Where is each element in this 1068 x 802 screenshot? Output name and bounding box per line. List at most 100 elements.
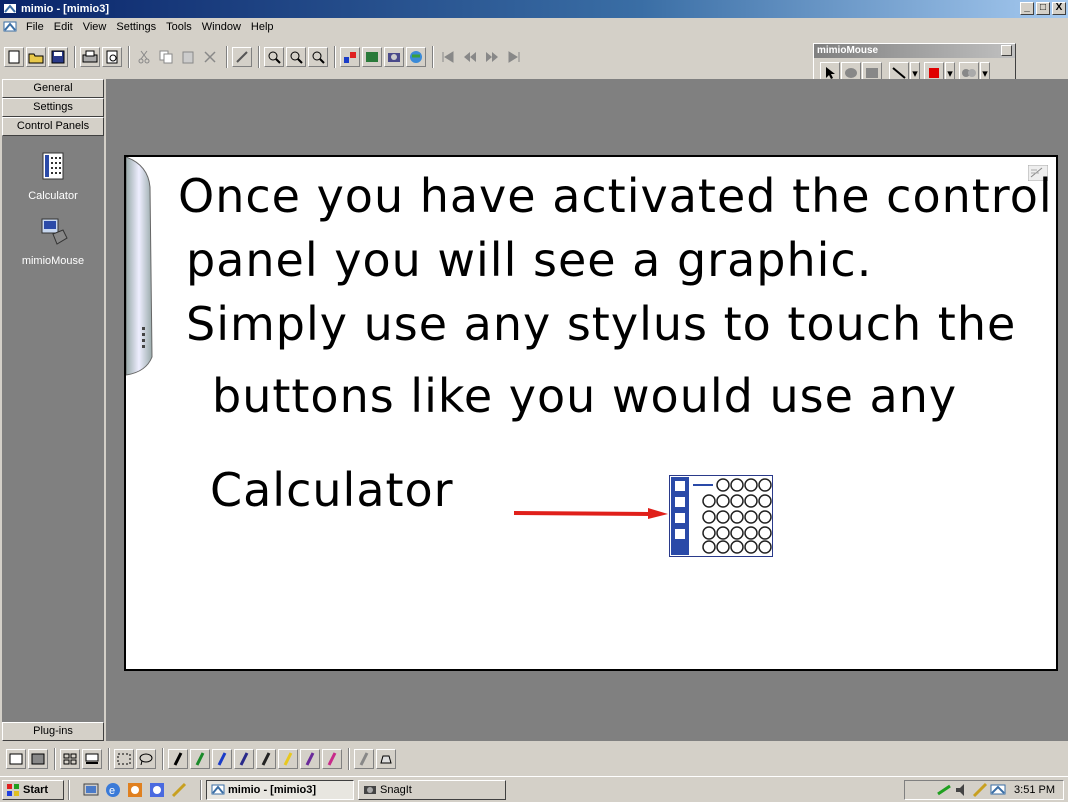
drawing-toolbar xyxy=(0,742,1068,776)
windows-logo-icon xyxy=(7,783,19,796)
pen-purple-icon[interactable] xyxy=(300,749,320,769)
print-icon[interactable] xyxy=(80,47,100,67)
start-button[interactable]: Start xyxy=(2,779,64,800)
title-bar: mimio - [mimio3] _ □ X xyxy=(0,0,1068,18)
grid-icon[interactable] xyxy=(60,749,80,769)
calculator-icon xyxy=(42,152,64,180)
last-page-icon[interactable] xyxy=(504,47,524,67)
taskbar-separator xyxy=(200,779,202,800)
pen-blue2-icon[interactable] xyxy=(234,749,254,769)
window-title: mimio - [mimio3] xyxy=(21,3,110,15)
save-icon[interactable] xyxy=(48,47,68,67)
pen-icon[interactable] xyxy=(232,47,252,67)
mimio-capture-bar-graphic xyxy=(126,157,153,376)
open-icon[interactable] xyxy=(26,47,46,67)
menu-bar: File Edit View Settings Tools Window Hel… xyxy=(0,2,1068,36)
main-toolbar xyxy=(0,37,810,77)
pen-blue-icon[interactable] xyxy=(212,749,232,769)
network-tray-icon[interactable] xyxy=(936,782,952,798)
doc-close-button[interactable]: X xyxy=(1052,2,1066,15)
doc-minimize-button[interactable]: _ xyxy=(1020,2,1034,15)
first-page-icon[interactable] xyxy=(438,47,458,67)
mimio-mouse-title-text: mimioMouse xyxy=(817,45,879,56)
media-icon[interactable] xyxy=(126,781,144,799)
pen-black-icon[interactable] xyxy=(168,749,188,769)
document-icon[interactable] xyxy=(3,20,17,34)
pen-green-icon[interactable] xyxy=(190,749,210,769)
red-arrow xyxy=(513,508,668,519)
paste-icon[interactable] xyxy=(178,47,198,67)
menu-view[interactable]: View xyxy=(78,21,112,33)
toolbar-separator xyxy=(432,46,434,68)
sidebar-item-label: mimioMouse xyxy=(21,255,85,267)
svg-text:e: e xyxy=(109,785,115,797)
calculator-control-panel-graphic[interactable] xyxy=(669,475,773,557)
mimio-app-icon xyxy=(4,4,16,13)
outlook-icon[interactable] xyxy=(148,781,166,799)
pen-yellow-icon[interactable] xyxy=(278,749,298,769)
menu-tools[interactable]: Tools xyxy=(161,21,197,33)
tab-plug-ins[interactable]: Plug-ins xyxy=(2,722,104,741)
pen-magenta-icon[interactable] xyxy=(322,749,342,769)
sidebar-item-calculator[interactable]: Calculator xyxy=(2,151,104,202)
tab-general[interactable]: General xyxy=(2,79,104,98)
color-icon[interactable] xyxy=(340,47,360,67)
toolbar-separator xyxy=(74,46,76,68)
handwriting-line-3: Simply use any stylus to touch the xyxy=(186,297,1017,351)
clock[interactable]: 3:51 PM xyxy=(1014,784,1055,796)
zoom-in-icon[interactable] xyxy=(264,47,284,67)
web-icon[interactable] xyxy=(406,47,426,67)
prev-page-icon[interactable] xyxy=(460,47,480,67)
system-tray: 3:51 PM xyxy=(904,780,1064,800)
delete-icon[interactable] xyxy=(200,47,220,67)
menu-help[interactable]: Help xyxy=(246,21,279,33)
pen-black2-icon[interactable] xyxy=(256,749,276,769)
print-preview-icon[interactable] xyxy=(102,47,122,67)
mimio-tray-icon[interactable] xyxy=(990,782,1006,798)
task-snagit[interactable]: SnagIt xyxy=(358,779,506,800)
lasso-icon[interactable] xyxy=(136,749,156,769)
task-label: mimio - [mimio3] xyxy=(228,783,317,796)
menu-settings[interactable]: Settings xyxy=(111,21,161,33)
toolbar-separator xyxy=(334,46,336,68)
internet-explorer-icon[interactable]: e xyxy=(104,781,122,799)
page-view-icon[interactable] xyxy=(6,749,26,769)
palette-close-button[interactable] xyxy=(1001,45,1012,56)
menu-edit[interactable]: Edit xyxy=(49,21,78,33)
toolbar-separator xyxy=(128,46,130,68)
doc-maximize-button[interactable]: □ xyxy=(1036,2,1050,15)
camera-icon[interactable] xyxy=(384,47,404,67)
next-page-icon[interactable] xyxy=(482,47,502,67)
tab-settings[interactable]: Settings xyxy=(2,98,104,117)
cut-icon[interactable] xyxy=(134,47,154,67)
volume-tray-icon[interactable] xyxy=(954,782,970,798)
tab-control-panels[interactable]: Control Panels xyxy=(2,117,104,136)
toolbar-separator xyxy=(108,748,110,770)
start-label: Start xyxy=(23,783,49,796)
image-icon[interactable] xyxy=(362,47,382,67)
task-label: SnagIt xyxy=(380,783,412,796)
new-icon[interactable] xyxy=(4,47,24,67)
menu-file[interactable]: File xyxy=(21,21,49,33)
whiteboard-page[interactable]: Once you have activated the control pane… xyxy=(124,155,1058,671)
handwriting-line-1: Once you have activated the control xyxy=(178,169,1053,223)
show-desktop-icon[interactable] xyxy=(82,781,100,799)
sidebar-item-mimiomouse[interactable]: mimioMouse xyxy=(2,216,104,267)
save-page-icon[interactable] xyxy=(28,749,48,769)
taskbar: Start e mimio - [mimio3] SnagIt 3:51 PM xyxy=(0,776,1068,802)
snagit-task-icon xyxy=(364,785,376,794)
pencil-icon[interactable] xyxy=(170,781,188,799)
zoom-fit-icon[interactable] xyxy=(308,47,328,67)
pen-tray-icon[interactable] xyxy=(972,782,988,798)
highlighter-icon[interactable] xyxy=(376,749,396,769)
zoom-out-icon[interactable] xyxy=(286,47,306,67)
task-mimio[interactable]: mimio - [mimio3] xyxy=(206,779,354,800)
mimio-mouse-icon xyxy=(41,218,68,245)
eraser-icon[interactable] xyxy=(354,749,374,769)
toolbar-separator xyxy=(348,748,350,770)
slides-icon[interactable] xyxy=(82,749,102,769)
menu-window[interactable]: Window xyxy=(197,21,246,33)
sidebar: General Settings Control Panels Calculat… xyxy=(2,79,104,741)
copy-icon[interactable] xyxy=(156,47,176,67)
select-icon[interactable] xyxy=(114,749,134,769)
